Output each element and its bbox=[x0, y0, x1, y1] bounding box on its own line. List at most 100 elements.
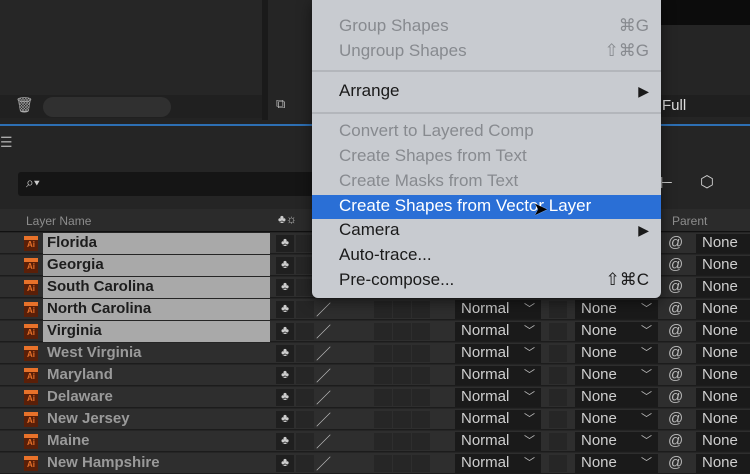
motion-blur-switch[interactable] bbox=[412, 455, 430, 472]
layer-name[interactable]: Maine bbox=[43, 431, 270, 452]
quality-switch-icon[interactable]: ／ bbox=[316, 365, 331, 386]
shy-switch-icon[interactable]: ♣ bbox=[276, 301, 294, 318]
motion-blur-switch[interactable] bbox=[412, 411, 430, 428]
motion-blur-switch[interactable] bbox=[412, 323, 430, 340]
pick-whip-icon[interactable]: @ bbox=[668, 322, 683, 339]
parent-dropdown[interactable]: None bbox=[696, 278, 750, 297]
layer-row[interactable]: Ai Maine ♣ ／ Normal ﹀ None ﹀ @ None bbox=[0, 431, 750, 452]
scrollbar[interactable] bbox=[43, 97, 171, 117]
3d-light-icon[interactable]: ⬡ bbox=[700, 172, 714, 192]
pick-whip-icon[interactable]: @ bbox=[668, 366, 683, 383]
collapse-switch[interactable] bbox=[296, 345, 314, 362]
track-matte-dropdown[interactable]: None ﹀ bbox=[575, 432, 658, 451]
frame-blend-switch[interactable] bbox=[393, 345, 411, 362]
shy-switch-icon[interactable]: ♣ bbox=[276, 455, 294, 472]
shy-switch-icon[interactable]: ♣ bbox=[276, 411, 294, 428]
frame-blend-switch[interactable] bbox=[393, 433, 411, 450]
layer-name[interactable]: Georgia bbox=[43, 255, 270, 276]
track-matte-dropdown[interactable]: None ﹀ bbox=[575, 300, 658, 319]
menu-item-group-shapes[interactable]: Group Shapes ⌘G bbox=[312, 15, 661, 39]
track-matte-dropdown[interactable]: None ﹀ bbox=[575, 322, 658, 341]
pick-whip-icon[interactable]: @ bbox=[668, 454, 683, 471]
preserve-transparency-switch[interactable] bbox=[549, 389, 567, 406]
menu-item-ungroup-shapes[interactable]: Ungroup Shapes ⇧⌘G bbox=[312, 40, 661, 64]
layer-name[interactable]: New Jersey bbox=[43, 409, 270, 430]
blend-mode-dropdown[interactable]: Normal ﹀ bbox=[455, 388, 541, 407]
collapse-switch[interactable] bbox=[296, 433, 314, 450]
quality-switch-icon[interactable]: ／ bbox=[316, 321, 331, 342]
layer-name[interactable]: Maryland bbox=[43, 365, 270, 386]
shy-switch-icon[interactable]: ♣ bbox=[276, 323, 294, 340]
blend-mode-dropdown[interactable]: Normal ﹀ bbox=[455, 432, 541, 451]
parent-dropdown[interactable]: None bbox=[696, 388, 750, 407]
menu-item-camera[interactable]: Camera ▶ bbox=[312, 219, 661, 243]
layer-row[interactable]: Ai New Hampshire ♣ ／ Normal ﹀ None ﹀ @ Non… bbox=[0, 453, 750, 474]
frame-blend-switch[interactable] bbox=[393, 367, 411, 384]
collapse-switch[interactable] bbox=[296, 455, 314, 472]
preserve-transparency-switch[interactable] bbox=[549, 411, 567, 428]
quality-switch-icon[interactable]: ／ bbox=[316, 299, 331, 320]
parent-dropdown[interactable]: None bbox=[696, 256, 750, 275]
track-matte-dropdown[interactable]: None ﹀ bbox=[575, 410, 658, 429]
layer-name[interactable]: New Hampshire bbox=[43, 453, 270, 474]
pick-whip-icon[interactable]: @ bbox=[668, 410, 683, 427]
pick-whip-icon[interactable]: @ bbox=[668, 432, 683, 449]
effect-switch[interactable] bbox=[374, 389, 392, 406]
parent-dropdown[interactable]: None bbox=[696, 454, 750, 473]
menu-item-arrange[interactable]: Arrange ▶ bbox=[312, 80, 661, 104]
effect-switch[interactable] bbox=[374, 411, 392, 428]
track-matte-dropdown[interactable]: None ﹀ bbox=[575, 344, 658, 363]
shy-switch-icon[interactable]: ♣ bbox=[276, 433, 294, 450]
motion-blur-switch[interactable] bbox=[412, 301, 430, 318]
parent-dropdown[interactable]: None bbox=[696, 234, 750, 253]
collapse-switch[interactable] bbox=[296, 411, 314, 428]
pick-whip-icon[interactable]: @ bbox=[668, 300, 683, 317]
blend-mode-dropdown[interactable]: Normal ﹀ bbox=[455, 410, 541, 429]
layer-row[interactable]: Ai North Carolina ♣ ／ Normal ﹀ None ﹀ @ No… bbox=[0, 299, 750, 320]
parent-dropdown[interactable]: None bbox=[696, 344, 750, 363]
menu-item-create-shapes-from-vector-layer[interactable]: Create Shapes from Vector Layer bbox=[312, 195, 661, 219]
menu-item-auto-trace[interactable]: Auto-trace... bbox=[312, 244, 661, 268]
collapse-switch[interactable] bbox=[296, 367, 314, 384]
track-matte-dropdown[interactable]: None ﹀ bbox=[575, 366, 658, 385]
blend-mode-dropdown[interactable]: Normal ﹀ bbox=[455, 454, 541, 473]
layer-name-header[interactable]: Layer Name bbox=[26, 214, 91, 228]
pick-whip-icon[interactable]: @ bbox=[668, 234, 683, 251]
shy-switch-icon[interactable]: ♣ bbox=[276, 389, 294, 406]
trash-icon[interactable]: 🗑 bbox=[15, 96, 34, 114]
parent-dropdown[interactable]: None bbox=[696, 432, 750, 451]
preserve-transparency-switch[interactable] bbox=[549, 323, 567, 340]
layer-name[interactable]: North Carolina bbox=[43, 299, 270, 320]
layer-row[interactable]: Ai Delaware ♣ ／ Normal ﹀ None ﹀ @ None bbox=[0, 387, 750, 408]
effect-switch[interactable] bbox=[374, 301, 392, 318]
snapshot-icon[interactable]: ⧉ bbox=[276, 96, 285, 112]
layer-row[interactable]: Ai Maryland ♣ ／ Normal ﹀ None ﹀ @ None bbox=[0, 365, 750, 386]
motion-blur-switch[interactable] bbox=[412, 389, 430, 406]
motion-blur-switch[interactable] bbox=[412, 345, 430, 362]
frame-blend-switch[interactable] bbox=[393, 455, 411, 472]
layer-row[interactable]: Ai New Jersey ♣ ／ Normal ﹀ None ﹀ @ None bbox=[0, 409, 750, 430]
layer-name[interactable]: Virginia bbox=[43, 321, 270, 342]
blend-mode-dropdown[interactable]: Normal ﹀ bbox=[455, 300, 541, 319]
pick-whip-icon[interactable]: @ bbox=[668, 278, 683, 295]
menu-item-create-shapes-from-text[interactable]: Create Shapes from Text bbox=[312, 145, 661, 169]
parent-dropdown[interactable]: None bbox=[696, 322, 750, 341]
pick-whip-icon[interactable]: @ bbox=[668, 256, 683, 273]
pick-whip-icon[interactable]: @ bbox=[668, 388, 683, 405]
preserve-transparency-switch[interactable] bbox=[549, 433, 567, 450]
panel-menu-icon[interactable]: ☰ bbox=[0, 134, 13, 151]
menu-item-convert-to-layered-comp[interactable]: Convert to Layered Comp bbox=[312, 120, 661, 144]
collapse-switch[interactable] bbox=[296, 301, 314, 318]
effect-switch[interactable] bbox=[374, 455, 392, 472]
blend-mode-dropdown[interactable]: Normal ﹀ bbox=[455, 322, 541, 341]
collapse-switch[interactable] bbox=[296, 323, 314, 340]
shy-switch-icon[interactable]: ♣ bbox=[276, 235, 294, 252]
motion-blur-switch[interactable] bbox=[412, 433, 430, 450]
frame-blend-switch[interactable] bbox=[393, 411, 411, 428]
layer-name[interactable]: South Carolina bbox=[43, 277, 270, 298]
effect-switch[interactable] bbox=[374, 345, 392, 362]
parent-dropdown[interactable]: None bbox=[696, 366, 750, 385]
frame-blend-switch[interactable] bbox=[393, 323, 411, 340]
track-matte-dropdown[interactable]: None ﹀ bbox=[575, 388, 658, 407]
effect-switch[interactable] bbox=[374, 323, 392, 340]
